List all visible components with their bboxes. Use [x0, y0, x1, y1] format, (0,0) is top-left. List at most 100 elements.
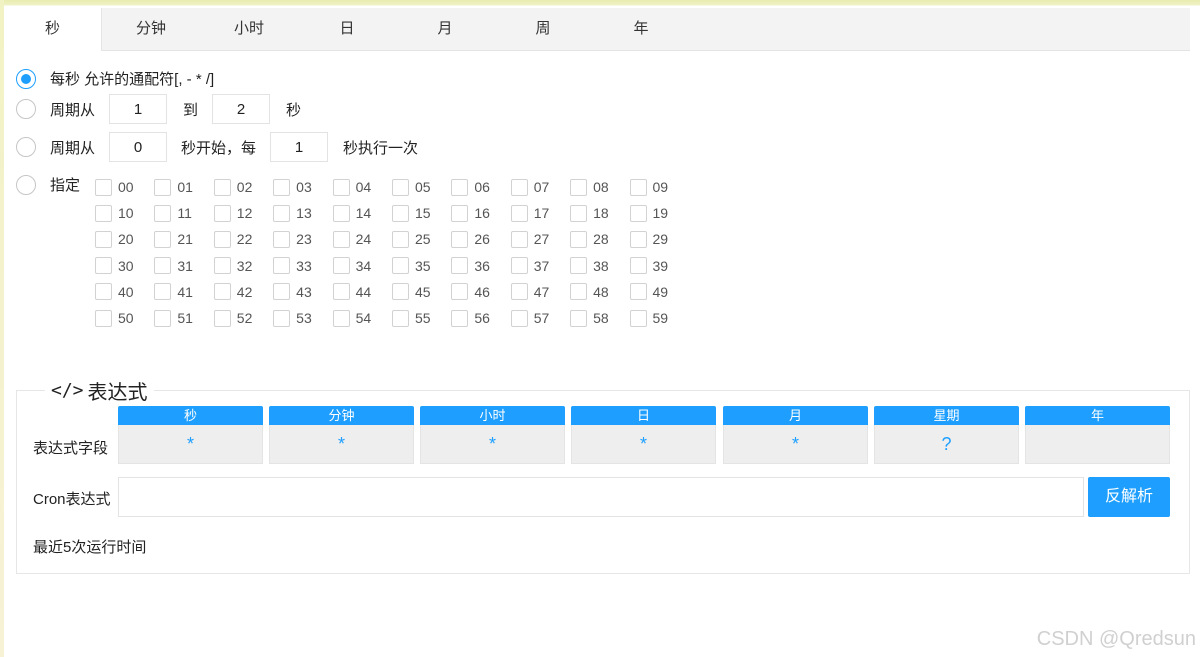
second-option[interactable]: 31 [154, 257, 213, 275]
checkbox[interactable] [154, 257, 172, 275]
checkbox[interactable] [273, 283, 291, 301]
second-option[interactable]: 05 [391, 178, 451, 196]
second-option[interactable]: 18 [570, 204, 629, 222]
checkbox[interactable] [629, 178, 647, 196]
checkbox[interactable] [154, 283, 172, 301]
checkbox[interactable] [332, 257, 350, 275]
checkbox[interactable] [629, 230, 647, 248]
checkbox[interactable] [391, 257, 409, 275]
second-option[interactable]: 27 [510, 230, 570, 248]
checkbox[interactable] [273, 230, 291, 248]
checkbox[interactable] [451, 204, 469, 222]
checkbox[interactable] [570, 178, 588, 196]
checkbox[interactable] [570, 230, 588, 248]
parse-button[interactable]: 反解析 [1088, 477, 1170, 517]
second-option[interactable]: 14 [332, 204, 392, 222]
checkbox[interactable] [451, 178, 469, 196]
second-option[interactable]: 44 [332, 283, 392, 301]
checkbox[interactable] [332, 204, 350, 222]
checkbox[interactable] [332, 230, 350, 248]
second-option[interactable]: 40 [95, 283, 154, 301]
second-option[interactable]: 53 [273, 309, 332, 327]
second-option[interactable]: 12 [213, 204, 273, 222]
radio-range[interactable] [16, 99, 36, 119]
second-option[interactable]: 43 [273, 283, 332, 301]
checkbox[interactable] [213, 283, 231, 301]
second-option[interactable]: 08 [570, 178, 629, 196]
checkbox[interactable] [213, 178, 231, 196]
checkbox[interactable] [510, 257, 528, 275]
second-option[interactable]: 23 [273, 230, 332, 248]
checkbox[interactable] [391, 309, 409, 327]
second-option[interactable]: 52 [213, 309, 273, 327]
second-option[interactable]: 03 [273, 178, 332, 196]
second-option[interactable]: 57 [510, 309, 570, 327]
checkbox[interactable] [391, 178, 409, 196]
second-option[interactable]: 55 [391, 309, 451, 327]
checkbox[interactable] [391, 204, 409, 222]
tab-year[interactable]: 年 [592, 8, 690, 50]
checkbox[interactable] [510, 178, 528, 196]
range-from-input[interactable] [109, 94, 168, 124]
second-option[interactable]: 10 [95, 204, 154, 222]
checkbox[interactable] [629, 309, 647, 327]
tab-hour[interactable]: 小时 [200, 8, 298, 50]
tab-day[interactable]: 日 [298, 8, 396, 50]
checkbox[interactable] [629, 204, 647, 222]
second-option[interactable]: 32 [213, 257, 273, 275]
checkbox[interactable] [510, 309, 528, 327]
second-option[interactable]: 51 [154, 309, 213, 327]
checkbox[interactable] [332, 309, 350, 327]
second-option[interactable]: 15 [391, 204, 451, 222]
checkbox[interactable] [451, 257, 469, 275]
second-option[interactable]: 30 [95, 257, 154, 275]
radio-every[interactable] [16, 68, 36, 89]
tab-month[interactable]: 月 [396, 8, 494, 50]
second-option[interactable]: 29 [629, 230, 689, 248]
checkbox[interactable] [213, 204, 231, 222]
checkbox[interactable] [451, 283, 469, 301]
checkbox[interactable] [95, 257, 112, 275]
checkbox[interactable] [213, 230, 231, 248]
second-option[interactable]: 04 [332, 178, 392, 196]
checkbox[interactable] [213, 309, 231, 327]
checkbox[interactable] [391, 283, 409, 301]
checkbox[interactable] [95, 309, 112, 327]
second-option[interactable]: 41 [154, 283, 213, 301]
checkbox[interactable] [332, 178, 350, 196]
tab-second[interactable]: 秒 [4, 8, 102, 51]
tab-week[interactable]: 周 [494, 8, 592, 50]
second-option[interactable]: 39 [629, 257, 689, 275]
second-option[interactable]: 01 [154, 178, 213, 196]
checkbox[interactable] [570, 283, 588, 301]
checkbox[interactable] [629, 283, 647, 301]
second-option[interactable]: 22 [213, 230, 273, 248]
checkbox[interactable] [95, 178, 112, 196]
second-option[interactable]: 28 [570, 230, 629, 248]
second-option[interactable]: 56 [451, 309, 510, 327]
tab-minute[interactable]: 分钟 [102, 8, 200, 50]
checkbox[interactable] [95, 230, 112, 248]
checkbox[interactable] [629, 257, 647, 275]
checkbox[interactable] [273, 309, 291, 327]
second-option[interactable]: 35 [391, 257, 451, 275]
loop-start-input[interactable] [109, 132, 168, 162]
checkbox[interactable] [95, 283, 112, 301]
second-option[interactable]: 46 [451, 283, 510, 301]
second-option[interactable]: 07 [510, 178, 570, 196]
second-option[interactable]: 20 [95, 230, 154, 248]
second-option[interactable]: 00 [95, 178, 154, 196]
second-option[interactable]: 37 [510, 257, 570, 275]
second-option[interactable]: 38 [570, 257, 629, 275]
checkbox[interactable] [570, 257, 588, 275]
second-option[interactable]: 02 [213, 178, 273, 196]
second-option[interactable]: 49 [629, 283, 689, 301]
second-option[interactable]: 16 [451, 204, 510, 222]
second-option[interactable]: 45 [391, 283, 451, 301]
cron-expression-input[interactable] [118, 477, 1084, 517]
checkbox[interactable] [510, 230, 528, 248]
second-option[interactable]: 50 [95, 309, 154, 327]
second-option[interactable]: 11 [154, 204, 213, 222]
checkbox[interactable] [391, 230, 409, 248]
checkbox[interactable] [451, 230, 469, 248]
